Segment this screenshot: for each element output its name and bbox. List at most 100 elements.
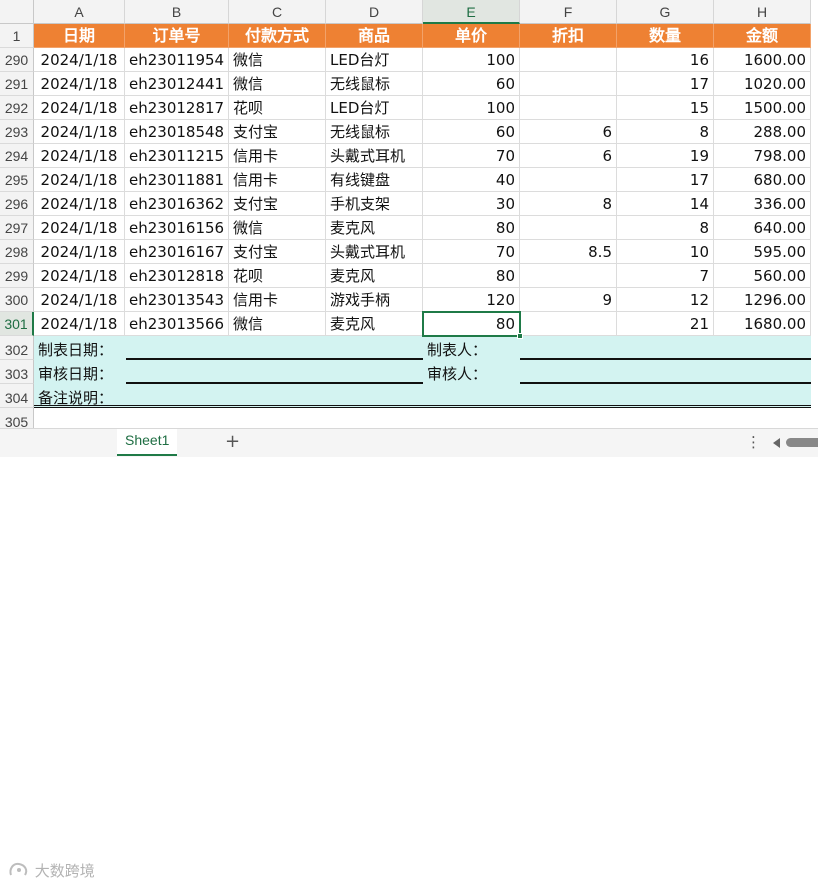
- row-header[interactable]: 294: [0, 144, 34, 168]
- row-header[interactable]: 293: [0, 120, 34, 144]
- table-cell-item[interactable]: 头戴式耳机: [326, 144, 423, 168]
- table-cell-price[interactable]: 100: [423, 48, 520, 72]
- table-cell-price[interactable]: 30: [423, 192, 520, 216]
- column-header-g[interactable]: G: [617, 0, 714, 24]
- table-cell-pay[interactable]: 支付宝: [229, 120, 326, 144]
- table-cell-amount[interactable]: 1500.00: [714, 96, 811, 120]
- table-cell-discount[interactable]: [520, 216, 617, 240]
- table-cell-price[interactable]: 80: [423, 264, 520, 288]
- header-cell[interactable]: 订单号: [125, 24, 229, 48]
- add-sheet-button[interactable]: +: [225, 431, 240, 452]
- row-header[interactable]: 1: [0, 24, 34, 48]
- row-header[interactable]: 296: [0, 192, 34, 216]
- header-cell[interactable]: 折扣: [520, 24, 617, 48]
- table-cell-qty[interactable]: 8: [617, 216, 714, 240]
- row-header[interactable]: 290: [0, 48, 34, 72]
- table-cell-discount[interactable]: [520, 96, 617, 120]
- row-header[interactable]: 300: [0, 288, 34, 312]
- table-cell-date[interactable]: 2024/1/18: [34, 312, 125, 336]
- table-cell-pay[interactable]: 微信: [229, 72, 326, 96]
- spreadsheet-grid[interactable]: ABCDEFGH 1 日期 订单号 付款方式 商品 单价 折扣 数量 金额 290 2024/1/1…: [0, 0, 818, 428]
- table-cell-pay[interactable]: 微信: [229, 48, 326, 72]
- table-cell-order[interactable]: eh23013543: [125, 288, 229, 312]
- horizontal-scrollbar-thumb[interactable]: [786, 438, 818, 447]
- table-cell-date[interactable]: 2024/1/18: [34, 120, 125, 144]
- table-cell-item[interactable]: 头戴式耳机: [326, 240, 423, 264]
- row-header[interactable]: 301: [0, 312, 34, 336]
- table-cell-amount[interactable]: 680.00: [714, 168, 811, 192]
- row-header[interactable]: 303: [0, 360, 34, 384]
- table-cell-order[interactable]: eh23016156: [125, 216, 229, 240]
- table-cell-date[interactable]: 2024/1/18: [34, 240, 125, 264]
- table-cell-price[interactable]: 40: [423, 168, 520, 192]
- table-cell-order[interactable]: eh23018548: [125, 120, 229, 144]
- table-cell-qty[interactable]: 10: [617, 240, 714, 264]
- table-cell-pay[interactable]: 信用卡: [229, 144, 326, 168]
- table-cell-amount[interactable]: 1296.00: [714, 288, 811, 312]
- column-header-f[interactable]: F: [520, 0, 617, 24]
- table-cell-item[interactable]: LED台灯: [326, 96, 423, 120]
- column-header-b[interactable]: B: [125, 0, 229, 24]
- table-cell-date[interactable]: 2024/1/18: [34, 168, 125, 192]
- table-cell-date[interactable]: 2024/1/18: [34, 216, 125, 240]
- table-cell-amount[interactable]: 640.00: [714, 216, 811, 240]
- table-cell-price[interactable]: 80: [423, 216, 520, 240]
- table-cell-date[interactable]: 2024/1/18: [34, 96, 125, 120]
- table-cell-date[interactable]: 2024/1/18: [34, 192, 125, 216]
- column-header-c[interactable]: C: [229, 0, 326, 24]
- table-cell-qty[interactable]: 7: [617, 264, 714, 288]
- table-cell-pay[interactable]: 支付宝: [229, 240, 326, 264]
- table-cell-order[interactable]: eh23012818: [125, 264, 229, 288]
- column-header-d[interactable]: D: [326, 0, 423, 24]
- table-cell-item[interactable]: 无线鼠标: [326, 120, 423, 144]
- column-header-e[interactable]: E: [423, 0, 520, 24]
- row-header[interactable]: 295: [0, 168, 34, 192]
- table-cell-amount[interactable]: 288.00: [714, 120, 811, 144]
- table-cell-item[interactable]: 麦克风: [326, 264, 423, 288]
- table-cell-qty[interactable]: 14: [617, 192, 714, 216]
- table-cell-qty[interactable]: 16: [617, 48, 714, 72]
- header-cell[interactable]: 金额: [714, 24, 811, 48]
- header-cell[interactable]: 商品: [326, 24, 423, 48]
- select-all-corner[interactable]: [0, 0, 34, 24]
- column-header-h[interactable]: H: [714, 0, 811, 24]
- row-header[interactable]: 304: [0, 384, 34, 408]
- table-cell-price[interactable]: 100: [423, 96, 520, 120]
- table-cell-amount[interactable]: 595.00: [714, 240, 811, 264]
- table-cell-order[interactable]: eh23013566: [125, 312, 229, 336]
- table-cell-price[interactable]: 60: [423, 120, 520, 144]
- header-cell[interactable]: 日期: [34, 24, 125, 48]
- table-cell-pay[interactable]: 微信: [229, 216, 326, 240]
- table-cell-pay[interactable]: 花呗: [229, 264, 326, 288]
- table-cell-item[interactable]: 有线键盘: [326, 168, 423, 192]
- table-cell-discount[interactable]: 9: [520, 288, 617, 312]
- table-cell-price[interactable]: 60: [423, 72, 520, 96]
- table-cell-order[interactable]: eh23011954: [125, 48, 229, 72]
- table-cell-qty[interactable]: 17: [617, 168, 714, 192]
- table-cell-qty[interactable]: 12: [617, 288, 714, 312]
- table-cell-item[interactable]: 无线鼠标: [326, 72, 423, 96]
- table-cell-pay[interactable]: 信用卡: [229, 168, 326, 192]
- table-cell-pay[interactable]: 信用卡: [229, 288, 326, 312]
- table-cell-discount[interactable]: 6: [520, 144, 617, 168]
- table-cell-discount[interactable]: [520, 312, 617, 336]
- table-cell-qty[interactable]: 19: [617, 144, 714, 168]
- table-cell-date[interactable]: 2024/1/18: [34, 288, 125, 312]
- table-cell-order[interactable]: eh23016167: [125, 240, 229, 264]
- column-header-a[interactable]: A: [34, 0, 125, 24]
- more-options-icon[interactable]: ⋮: [746, 433, 761, 451]
- table-cell-amount[interactable]: 798.00: [714, 144, 811, 168]
- header-cell[interactable]: 付款方式: [229, 24, 326, 48]
- row-header[interactable]: 298: [0, 240, 34, 264]
- row-header[interactable]: 291: [0, 72, 34, 96]
- row-header[interactable]: 292: [0, 96, 34, 120]
- table-cell-discount[interactable]: [520, 48, 617, 72]
- table-cell-item[interactable]: LED台灯: [326, 48, 423, 72]
- table-cell-item[interactable]: 游戏手柄: [326, 288, 423, 312]
- row-header[interactable]: 299: [0, 264, 34, 288]
- table-cell-date[interactable]: 2024/1/18: [34, 48, 125, 72]
- row-header[interactable]: 302: [0, 336, 34, 360]
- table-cell-item[interactable]: 麦克风: [326, 216, 423, 240]
- table-cell-item[interactable]: 手机支架: [326, 192, 423, 216]
- table-cell-amount[interactable]: 336.00: [714, 192, 811, 216]
